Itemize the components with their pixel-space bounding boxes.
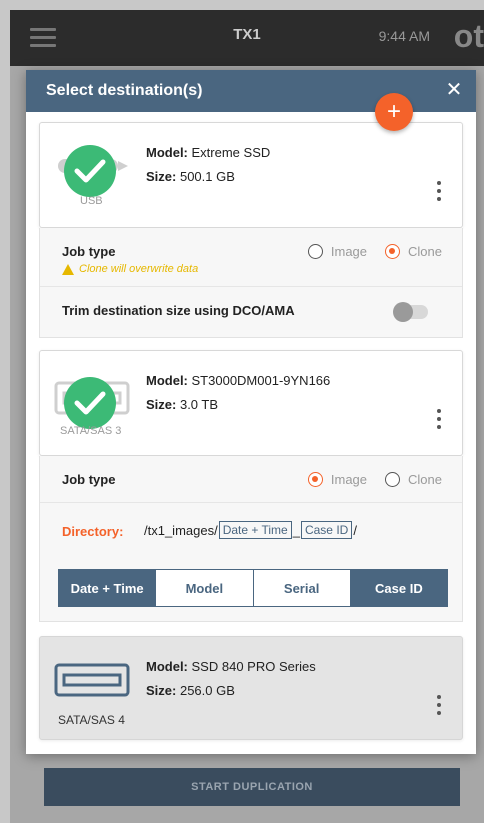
drive-card-sata3[interactable]: SATA/SAS 3 Model: ST3000DM001-9YN166 Siz… bbox=[39, 350, 463, 456]
case-id-button[interactable]: Case ID bbox=[350, 570, 447, 606]
more-options-icon[interactable] bbox=[434, 695, 444, 719]
date-time-token[interactable]: Date + Time bbox=[218, 521, 292, 539]
close-icon[interactable]: ✕ bbox=[442, 78, 466, 102]
serial-button[interactable]: Serial bbox=[253, 570, 351, 606]
more-options-icon[interactable] bbox=[434, 409, 444, 433]
logo: ot bbox=[453, 18, 484, 54]
size-line: Size: 256.0 GB bbox=[146, 683, 235, 698]
warning-icon bbox=[62, 263, 74, 275]
start-duplication-button[interactable]: START DUPLICATION bbox=[44, 768, 460, 806]
date-time-button[interactable]: Date + Time bbox=[59, 570, 157, 606]
selected-check-icon bbox=[64, 145, 116, 197]
directory-label: Directory: bbox=[62, 524, 124, 539]
model-line: Model: SSD 840 PRO Series bbox=[146, 659, 316, 674]
trim-toggle[interactable] bbox=[393, 302, 428, 322]
clone-radio[interactable]: Clone bbox=[385, 472, 442, 487]
selected-check-icon bbox=[64, 377, 116, 429]
interface-label: USB bbox=[80, 195, 103, 207]
dialog-title: Select destination(s) bbox=[46, 82, 203, 99]
trim-label: Trim destination size using DCO/AMA bbox=[62, 303, 295, 318]
drive-card-sata4[interactable]: SATA/SAS 4 Model: SSD 840 PRO Series Siz… bbox=[39, 636, 463, 740]
model-button[interactable]: Model bbox=[156, 570, 254, 606]
interface-label: SATA/SAS 3 bbox=[60, 425, 122, 437]
interface-label: SATA/SAS 4 bbox=[58, 713, 125, 727]
image-radio[interactable]: Image bbox=[307, 244, 367, 259]
add-destination-button[interactable]: + bbox=[375, 93, 413, 131]
more-options-icon[interactable] bbox=[434, 181, 444, 205]
job-type-label: Job type bbox=[62, 244, 116, 259]
directory-path: /tx1_images/ Date + Time _ Case ID / bbox=[144, 521, 357, 539]
job-type-label: Job type bbox=[62, 472, 116, 487]
drive-card-usb[interactable]: USB Model: Extreme SSD Size: 500.1 GB bbox=[39, 122, 463, 228]
sata-drive-icon bbox=[54, 663, 130, 697]
drive1-options-panel: Job type Clone will overwrite data Image… bbox=[39, 228, 463, 338]
drive2-options-panel: Job type Image Clone Directory: /tx1_ima… bbox=[39, 456, 463, 622]
directory-token-buttons: Date + Time Model Serial Case ID bbox=[58, 569, 448, 607]
select-destination-dialog: Select destination(s) ✕ + USB Model: Ext… bbox=[26, 70, 476, 754]
image-radio[interactable]: Image bbox=[307, 472, 367, 487]
size-line: Size: 500.1 GB bbox=[146, 169, 235, 184]
clone-warning: Clone will overwrite data bbox=[62, 263, 198, 275]
size-line: Size: 3.0 TB bbox=[146, 397, 219, 412]
case-id-token[interactable]: Case ID bbox=[300, 521, 353, 539]
clock-time: 9:44 AM bbox=[378, 28, 430, 44]
app-top-bar: TX1 9:44 AM ot bbox=[10, 10, 484, 66]
model-line: Model: ST3000DM001-9YN166 bbox=[146, 373, 331, 388]
job-type-radio-group: Image Clone bbox=[290, 244, 442, 259]
clone-radio[interactable]: Clone bbox=[385, 244, 442, 259]
model-line: Model: Extreme SSD bbox=[146, 145, 271, 160]
job-type-radio-group: Image Clone bbox=[290, 472, 442, 487]
